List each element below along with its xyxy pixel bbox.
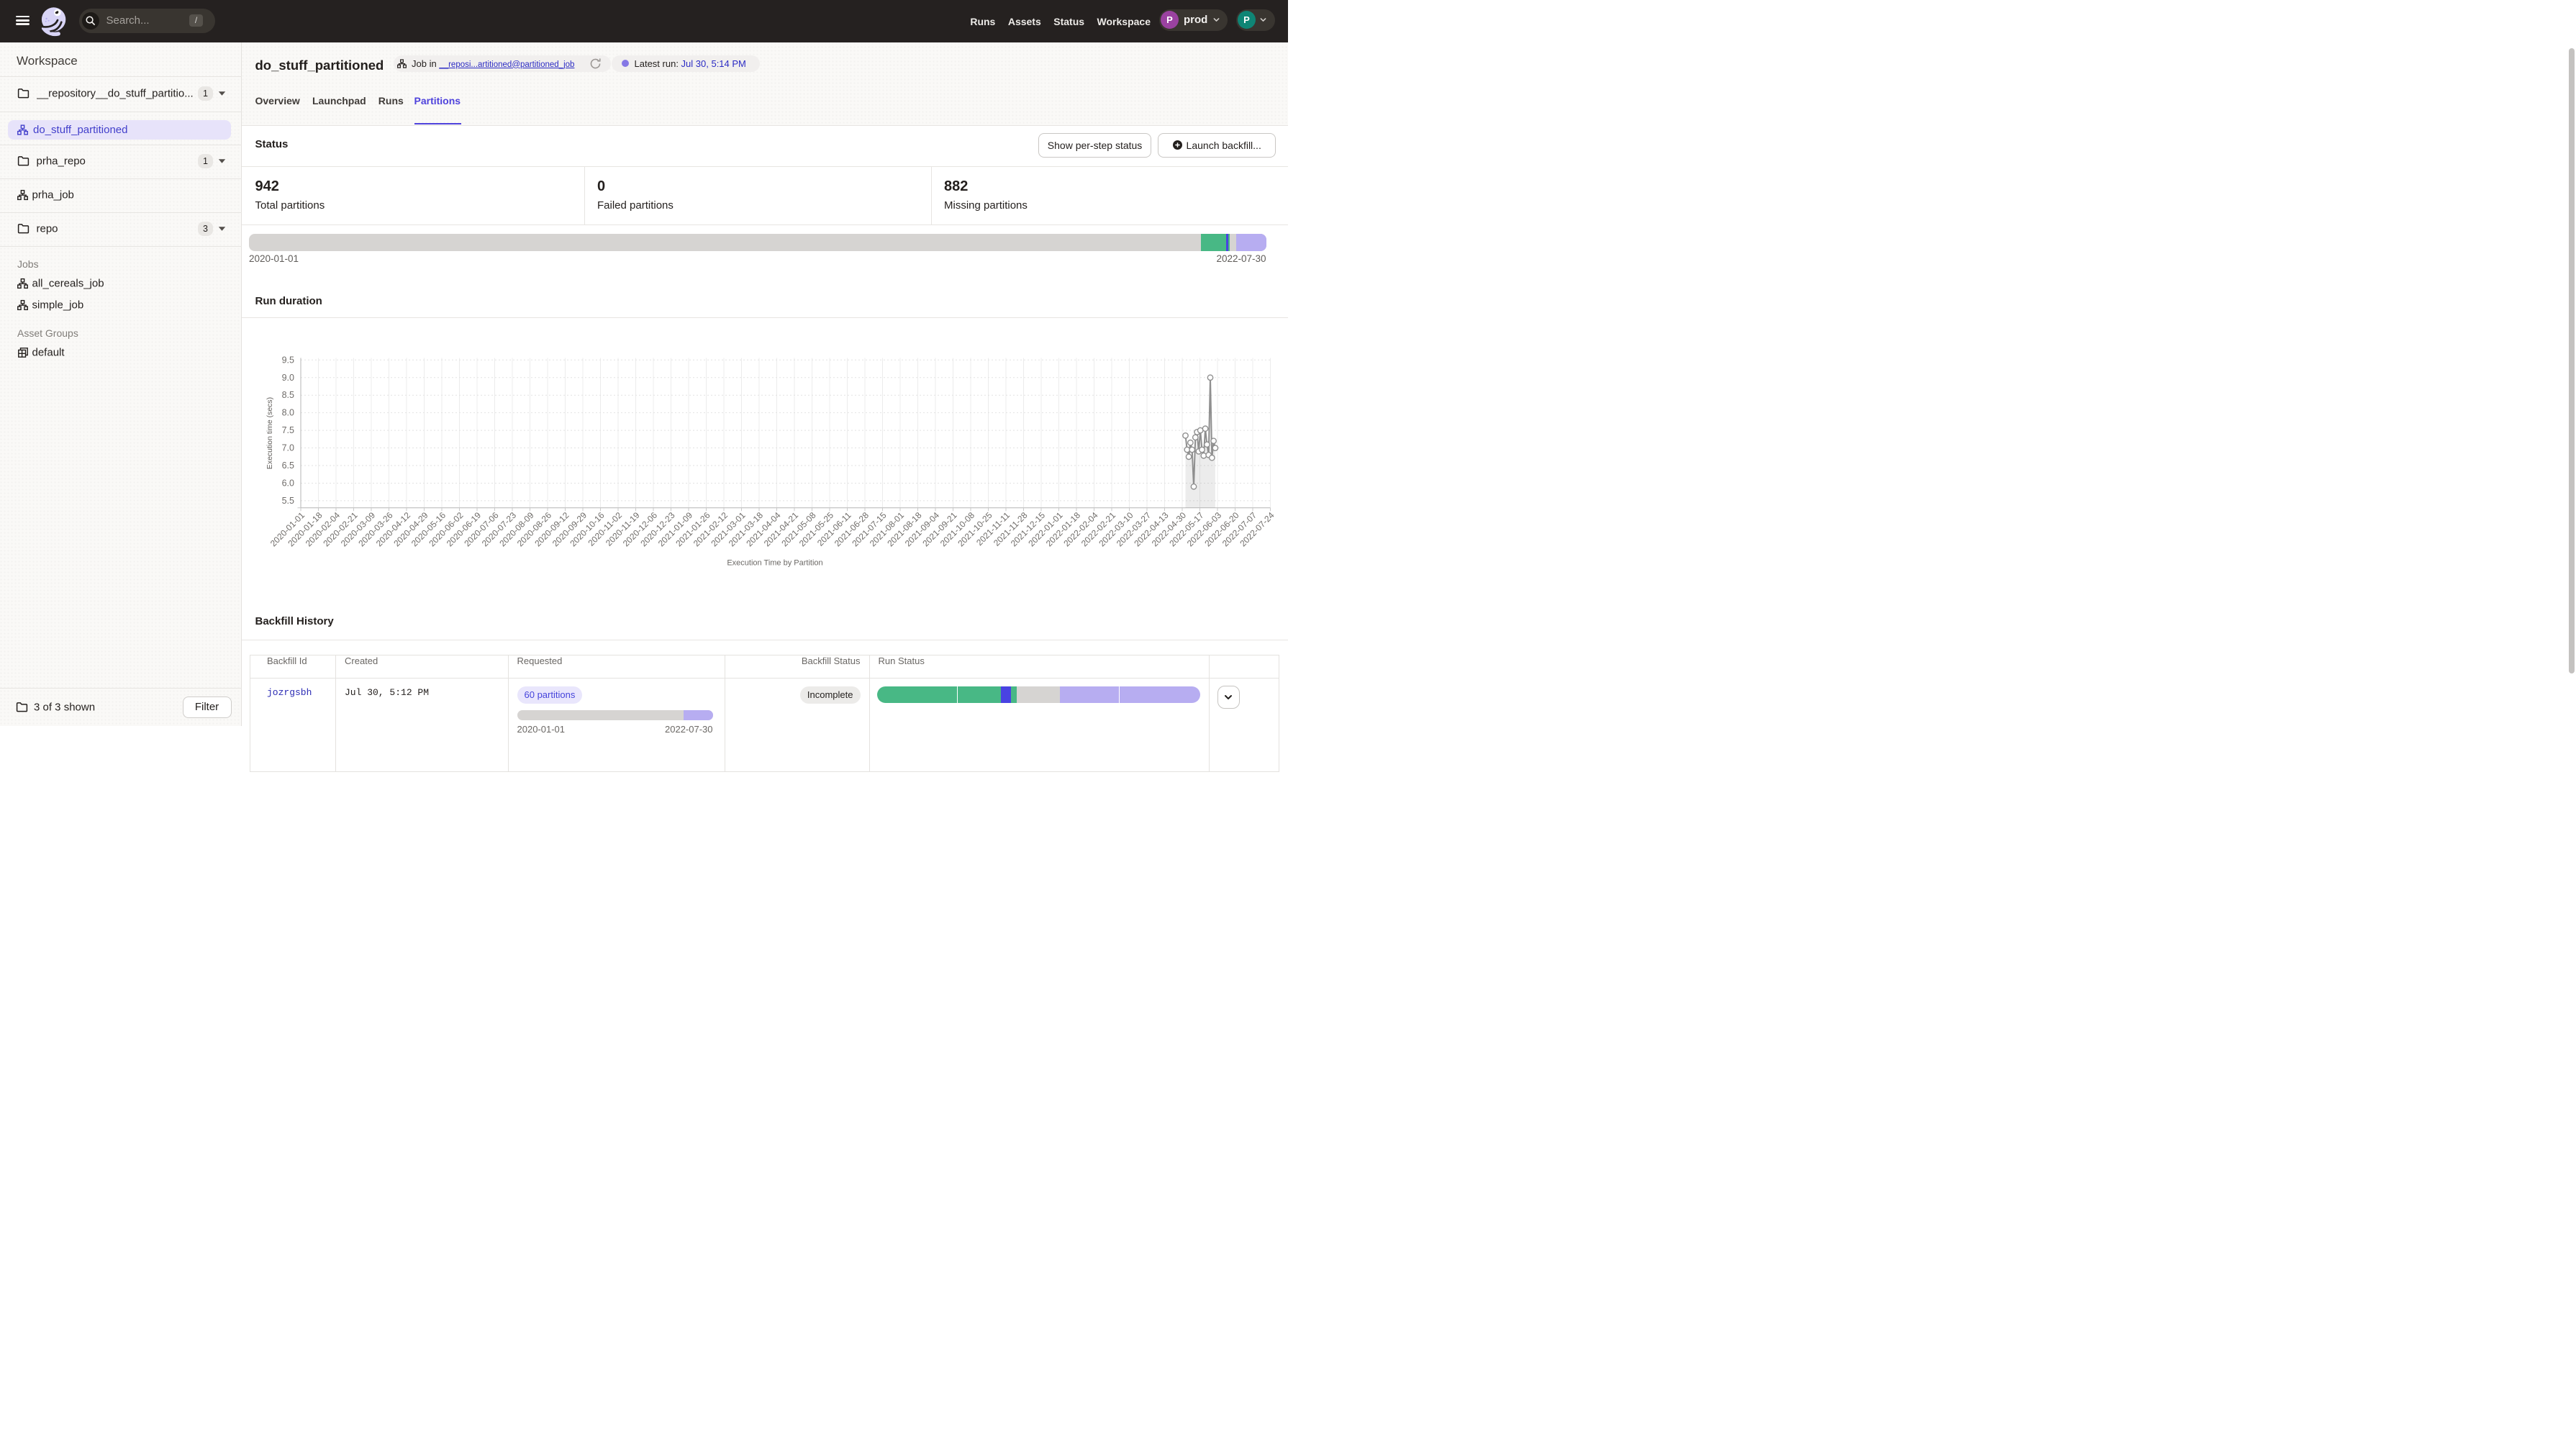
svg-text:9.5: 9.5 xyxy=(282,355,294,366)
svg-text:8.0: 8.0 xyxy=(282,408,294,418)
svg-text:5.5: 5.5 xyxy=(282,496,294,506)
svg-text:7.0: 7.0 xyxy=(282,443,294,453)
svg-text:7.5: 7.5 xyxy=(282,425,294,435)
svg-text:Execution time (secs): Execution time (secs) xyxy=(266,397,274,469)
svg-text:Execution Time by Partition: Execution Time by Partition xyxy=(727,559,822,568)
svg-text:8.5: 8.5 xyxy=(282,390,294,400)
svg-text:9.0: 9.0 xyxy=(282,373,294,383)
svg-text:6.5: 6.5 xyxy=(282,460,294,471)
svg-text:6.0: 6.0 xyxy=(282,478,294,489)
